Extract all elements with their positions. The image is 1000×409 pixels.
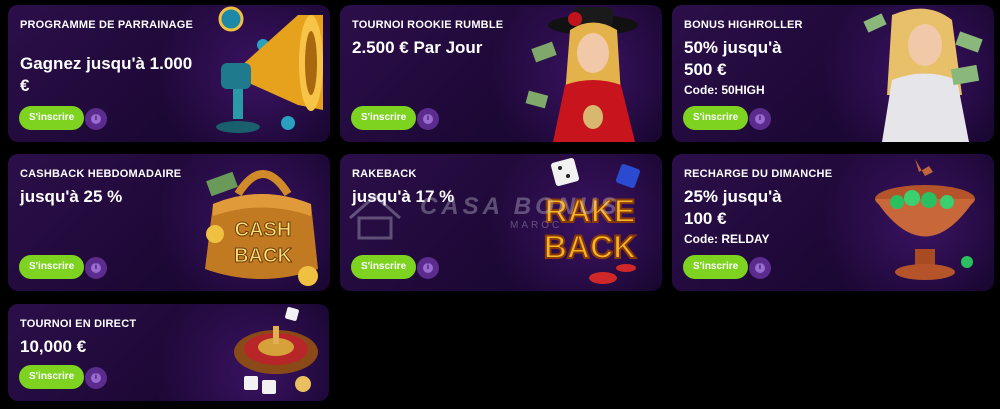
promo-headline: 50% jusqu'à 500 € (684, 38, 782, 79)
promotions-grid: PROGRAMME DE PARRAINAGE Gagnez jusqu'à 1… (0, 0, 1000, 409)
promo-label: RAKEBACK (352, 168, 417, 180)
signup-button[interactable]: S'inscrire (19, 365, 85, 389)
rakeback-text-illustration: RAKE BACK (543, 157, 640, 284)
promo-code: Code: RELDAY (684, 232, 770, 246)
gem-bowl-illustration (875, 159, 975, 280)
cashback-bag-illustration: CASH BACK (205, 170, 318, 286)
promo-headline: 10,000 € (20, 337, 87, 356)
info-icon[interactable]: i (417, 108, 439, 130)
info-icon[interactable]: i (749, 108, 771, 130)
promo-label: TOURNOI ROOKIE RUMBLE (352, 19, 504, 31)
promo-label: RECHARGE DU DIMANCHE (684, 168, 833, 180)
woman-with-money-illustration (863, 8, 983, 142)
promo-label: CASHBACK HEBDOMADAIRE (20, 168, 182, 180)
signup-button[interactable]: S'inscrire (19, 106, 85, 130)
promo-headline: 2.500 € Par Jour (352, 38, 483, 57)
promo-headline: 25% jusqu'à 100 € (684, 187, 782, 228)
info-icon[interactable]: i (749, 257, 771, 279)
svg-text:BACK: BACK (234, 245, 292, 267)
promo-headline: jusqu'à 25 % (20, 187, 123, 206)
promo-card-cashback[interactable]: CASHBACK HEBDOMADAIRE jusqu'à 25 % S'ins… (8, 154, 330, 291)
promo-card-parrainage[interactable]: PROGRAMME DE PARRAINAGE Gagnez jusqu'à 1… (8, 5, 330, 142)
promo-label: PROGRAMME DE PARRAINAGE (20, 19, 194, 31)
promo-label: BONUS HIGHROLLER (684, 19, 803, 31)
promo-card-rookie-rumble[interactable]: TOURNOI ROOKIE RUMBLE 2.500 € Par Jour S… (340, 5, 662, 142)
info-icon[interactable]: i (85, 108, 107, 130)
promo-headline: Gagnez jusqu'à 1.000 € (20, 54, 193, 95)
promo-card-tournoi-direct[interactable]: TOURNOI EN DIRECT 10,000 € S'inscrire i (8, 304, 329, 401)
promo-headline: jusqu'à 17 % (352, 187, 455, 206)
info-icon[interactable]: i (85, 367, 107, 389)
roulette-icon (234, 307, 318, 394)
svg-text:CASH: CASH (235, 219, 292, 241)
info-icon[interactable]: i (417, 257, 439, 279)
promo-label: TOURNOI EN DIRECT (20, 318, 137, 330)
promo-code: Code: 50HIGH (684, 83, 765, 97)
megaphone-icon (216, 6, 323, 133)
signup-button[interactable]: S'inscrire (683, 106, 749, 130)
promo-card-rakeback[interactable]: RAKEBACK jusqu'à 17 % S'inscrire i RAKE … (340, 154, 662, 291)
info-icon[interactable]: i (85, 257, 107, 279)
promo-card-recharge-dimanche[interactable]: RECHARGE DU DIMANCHE 25% jusqu'à 100 € C… (672, 154, 994, 291)
signup-button[interactable]: S'inscrire (351, 255, 417, 279)
promo-card-highroller[interactable]: BONUS HIGHROLLER 50% jusqu'à 500 € Code:… (672, 5, 994, 142)
signup-button[interactable]: S'inscrire (683, 255, 749, 279)
signup-button[interactable]: S'inscrire (19, 255, 85, 279)
signup-button[interactable]: S'inscrire (351, 106, 417, 130)
svg-text:RAKE: RAKE (545, 193, 636, 229)
svg-text:BACK: BACK (544, 229, 636, 265)
cowgirl-illustration (525, 7, 638, 142)
